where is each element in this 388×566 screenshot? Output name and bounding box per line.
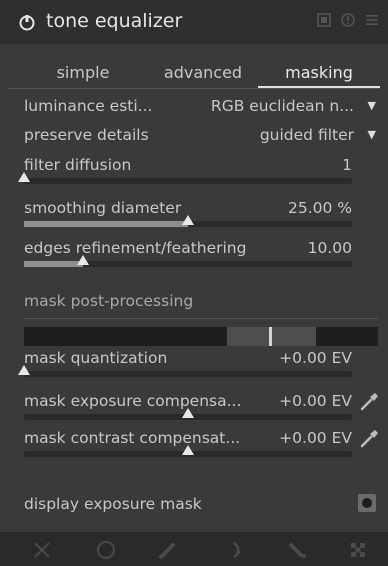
mask-contrast-slider[interactable]: mask contrast compensat... +0.00 EV xyxy=(24,426,352,472)
preserve-details-value: guided filter xyxy=(259,126,354,144)
mask-toggle-icon[interactable] xyxy=(358,494,376,512)
module-title: tone equalizer xyxy=(46,10,183,32)
display-exposure-mask-toggle[interactable]: display exposure mask xyxy=(24,492,378,516)
tab-masking[interactable]: masking xyxy=(258,56,380,90)
preserve-details-select[interactable]: preserve details guided filter ▼ xyxy=(24,123,378,147)
luminance-estimator-select[interactable]: luminance esti... RGB euclidean n... ▼ xyxy=(24,94,378,118)
mask-quantization-label: mask quantization xyxy=(24,349,168,367)
curve-mask-icon[interactable] xyxy=(222,540,242,560)
slider-thumb[interactable] xyxy=(182,445,194,455)
tab-bar: simple advanced masking xyxy=(0,56,388,90)
close-x-icon[interactable] xyxy=(32,540,52,560)
module-header: tone equalizer xyxy=(0,0,388,44)
filter-diffusion-value: 1 xyxy=(342,156,352,174)
mask-contrast-value: +0.00 EV xyxy=(279,429,352,447)
section-title: mask post-processing xyxy=(24,292,194,310)
luminance-estimator-value: RGB euclidean n... xyxy=(210,97,354,115)
drawn-param-icon[interactable] xyxy=(288,540,308,560)
mask-contrast-label: mask contrast compensat... xyxy=(24,429,241,447)
chevron-down-icon: ▼ xyxy=(367,99,376,112)
chevron-down-icon: ▼ xyxy=(367,128,376,141)
edges-refinement-slider[interactable]: edges refinement/feathering 10.00 xyxy=(24,236,352,282)
reset-icon[interactable] xyxy=(340,12,356,28)
power-icon[interactable] xyxy=(18,13,36,31)
slider-fill xyxy=(24,261,83,267)
slider-thumb[interactable] xyxy=(18,172,30,182)
slider-thumb[interactable] xyxy=(182,215,194,225)
slider-thumb[interactable] xyxy=(182,408,194,418)
circle-icon[interactable] xyxy=(96,540,116,560)
slider-thumb[interactable] xyxy=(77,255,89,265)
preserve-details-label: preserve details xyxy=(24,126,149,144)
mask-exposure-label: mask exposure compensa... xyxy=(24,392,242,410)
section-divider xyxy=(24,318,378,319)
slider-fill xyxy=(24,221,188,227)
tab-advanced[interactable]: advanced xyxy=(148,56,258,90)
menu-icon[interactable] xyxy=(364,12,380,28)
presets-icon[interactable] xyxy=(316,12,332,28)
brush-icon[interactable] xyxy=(158,540,178,560)
color-picker-icon[interactable] xyxy=(358,427,380,449)
tab-simple[interactable]: simple xyxy=(28,56,138,90)
mask-exposure-value: +0.00 EV xyxy=(279,392,352,410)
edges-refinement-label: edges refinement/feathering xyxy=(24,239,247,257)
mask-quantization-slider[interactable]: mask quantization +0.00 EV xyxy=(18,346,352,392)
blend-mode-bar xyxy=(0,532,388,566)
histogram-marker xyxy=(269,327,272,346)
slider-thumb[interactable] xyxy=(18,365,30,375)
filter-diffusion-label: filter diffusion xyxy=(24,156,132,174)
tab-divider xyxy=(8,88,380,89)
slider-track xyxy=(24,178,352,184)
mask-quantization-value: +0.00 EV xyxy=(279,349,352,367)
display-exposure-mask-label: display exposure mask xyxy=(24,495,202,513)
smoothing-diameter-value: 25.00 % xyxy=(287,199,352,217)
edges-refinement-value: 10.00 xyxy=(307,239,352,257)
raster-mask-icon[interactable] xyxy=(348,540,368,560)
slider-track xyxy=(24,371,352,377)
mask-histogram xyxy=(24,327,378,346)
luminance-estimator-label: luminance esti... xyxy=(24,97,153,115)
active-tab-indicator xyxy=(258,86,380,88)
filter-diffusion-slider[interactable]: filter diffusion 1 xyxy=(18,153,352,199)
header-icons xyxy=(316,12,380,28)
smoothing-diameter-label: smoothing diameter xyxy=(24,199,182,217)
color-picker-icon[interactable] xyxy=(358,390,380,412)
